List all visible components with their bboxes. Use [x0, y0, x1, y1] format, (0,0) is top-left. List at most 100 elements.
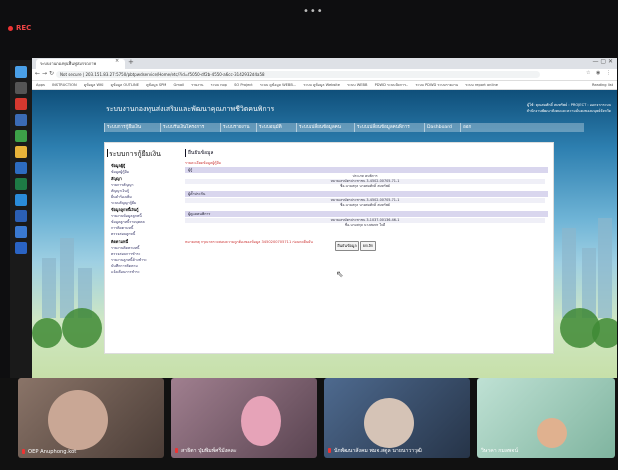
- bookmark-item[interactable]: รายงาน: [191, 83, 203, 87]
- recording-label: REC: [16, 24, 32, 32]
- menu-item[interactable]: Dashboard: [424, 123, 454, 132]
- browser-window: ระบบงานกองทุนฟื้นฟูสมรรถภาพ × + — ▢ ✕ ← …: [32, 58, 617, 378]
- back-icon[interactable]: ←: [35, 70, 40, 77]
- participant-tile[interactable]: สาธิตา ปุ่มพิมพ์ศรีมังคละ: [171, 378, 317, 458]
- bookmark-item[interactable]: ระบบ ดูข้อมูล Website: [303, 83, 340, 87]
- left-panel-title: ระบบการกู้ยืมเงิน: [109, 150, 161, 158]
- browser-tab[interactable]: ระบบงานกองทุนฟื้นฟูสมรรถภาพ: [36, 59, 125, 69]
- recording-indicator: REC: [8, 24, 31, 32]
- page-title: ยืนยันข้อมูล: [185, 149, 545, 157]
- warning-note: หมายเหตุ กรุณาตรวจสอบความถูกต้องของข้อมู…: [185, 240, 313, 244]
- side-menu-item[interactable]: ตรวจสอบลูกหนี้: [111, 231, 135, 237]
- menu-item[interactable]: ระบบเปลี่ยนข้อมูลคน: [296, 123, 343, 132]
- content-panel: ระบบการกู้ยืมเงิน ข้อมูลผู้กู้ ข้อมูลผู้…: [104, 142, 554, 354]
- excel-icon[interactable]: [15, 178, 27, 190]
- app-icon[interactable]: [15, 226, 27, 238]
- info-row: ชื่อ-นามสกุล นายสมศักดิ์ สมทรัพย์: [340, 184, 390, 188]
- record-dot-icon: [8, 25, 13, 31]
- website-area: ระบบงานกองทุนส่งเสริมและพัฒนาคุณภาพชีวิต…: [32, 90, 617, 378]
- meeting-window: ••• REC ระบบงานกองทุนฟื้นฟูสมรรถภาพ × + …: [0, 0, 618, 470]
- participant-video: [364, 398, 414, 448]
- participant-video: [241, 396, 281, 446]
- bookmark-item[interactable]: Gmail: [174, 83, 185, 87]
- page-subtitle: รายละเอียดข้อมูลผู้กู้ยืม: [185, 161, 221, 165]
- info-row: ชื่อ-นามสกุล นางสมพร ใจดี: [344, 223, 386, 227]
- section-header: ผู้ค้ำประกัน: [185, 191, 548, 197]
- city-building: [598, 218, 612, 318]
- menu-item[interactable]: ระบบการกู้ยืมเงิน: [104, 123, 143, 132]
- bookmark-item[interactable]: SO Project: [234, 83, 253, 87]
- participant-strip: OEP Anuphong.kot สาธิตา ปุ่มพิมพ์ศรีมังค…: [0, 378, 618, 470]
- tree: [592, 318, 617, 348]
- chrome-icon[interactable]: [15, 130, 27, 142]
- app-icon[interactable]: [15, 194, 27, 206]
- reload-icon[interactable]: ↻: [49, 70, 54, 77]
- menu-item[interactable]: ระบบเปลี่ยนข้อมูลคนพิการ: [354, 123, 412, 132]
- bookmark-item[interactable]: ระบบ report online: [465, 83, 498, 87]
- muted-mic-icon: [328, 448, 331, 453]
- participant-tile[interactable]: OEP Anuphong.kot: [18, 378, 164, 458]
- participant-tile[interactable]: นักพัฒนาสังคม พมจ.สตูล นายนาวาวุฒิ: [324, 378, 470, 458]
- title-bar-accent: [107, 149, 108, 157]
- bookmark-item[interactable]: ระบบ nop: [211, 83, 227, 87]
- main-menu: ระบบการกู้ยืมเงิน ระบบรับเงินโครงการ ระบ…: [104, 123, 584, 132]
- bookmark-item[interactable]: INSTRUCTION: [52, 83, 77, 87]
- windows-taskbar: [10, 60, 32, 390]
- bookmark-item[interactable]: ระบบ WEBB: [347, 83, 367, 87]
- address-bar: ← → ↻ Not secure | 203.151.83.27:5750/pb…: [32, 69, 617, 81]
- participant-name: OEP Anuphong.kot: [22, 449, 76, 455]
- side-menu-item[interactable]: ข้อมูลผู้กู้ยืม: [111, 169, 129, 175]
- muted-mic-icon: [175, 448, 178, 453]
- muted-mic-icon: [22, 449, 25, 454]
- mouse-cursor-icon: ⇖: [336, 270, 344, 280]
- bookmark-item[interactable]: ดูข้อมูล OUTLINE: [111, 83, 139, 87]
- menu-item[interactable]: ระบบรับเงินโครงการ: [160, 123, 206, 132]
- forward-icon[interactable]: →: [42, 70, 47, 77]
- user-info-line: สำนักงานพัฒนาสังคมและความมั่นคงของมนุษย์…: [526, 109, 611, 113]
- main-panel: ยืนยันข้อมูล รายละเอียดข้อมูลผู้กู้ยืม ผ…: [185, 149, 548, 251]
- city-building: [60, 238, 74, 318]
- window-dots[interactable]: •••: [303, 6, 324, 17]
- search-icon[interactable]: [15, 82, 27, 94]
- window-controls[interactable]: — ▢ ✕: [592, 58, 613, 65]
- tab-bar: ระบบงานกองทุนฟื้นฟูสมรรถภาพ × + — ▢ ✕: [32, 58, 617, 69]
- app-icon[interactable]: [15, 242, 27, 254]
- word-icon[interactable]: [15, 210, 27, 222]
- side-menu-item[interactable]: ระบบสัญญากู้ยืม: [111, 200, 136, 206]
- app-icon[interactable]: [15, 162, 27, 174]
- bookmark-item[interactable]: ดูข้อมูล WKI: [84, 83, 104, 87]
- app-icon[interactable]: [15, 146, 27, 158]
- bookmark-item[interactable]: PDWD ระบบจัดการ..: [375, 83, 409, 87]
- participant-name: นักพัฒนาสังคม พมจ.สตูล นายนาวาวุฒิ: [328, 447, 422, 455]
- participant-name: วิษาคา กมลพจน์: [481, 448, 519, 454]
- side-menu-item[interactable]: แจ้งเตือนการชำระ: [111, 269, 140, 275]
- participant-video: [48, 390, 108, 450]
- user-info: ผู้ใช้: คุณสมศักดิ์ สมทรัพย์ : PROJECT :…: [527, 102, 611, 114]
- bookmark-item[interactable]: ดูข้อมูล SPM: [146, 83, 166, 87]
- tree: [62, 308, 102, 348]
- menu-item[interactable]: ระบบอนุมัติ: [256, 123, 284, 132]
- bookmark-item[interactable]: ระบบ ดูข้อมูล WEBB...: [260, 83, 296, 87]
- bookmarks-bar: Apps INSTRUCTION ดูข้อมูล WKI ดูข้อมูล O…: [32, 81, 617, 90]
- windows-start-icon[interactable]: [15, 66, 27, 78]
- bookmark-item[interactable]: Apps: [36, 83, 45, 87]
- app-icon[interactable]: [15, 98, 27, 110]
- confirm-button[interactable]: ยืนยันข้อมูล: [335, 241, 359, 251]
- extension-icons[interactable]: ☆ ◉ ⋮: [586, 70, 613, 76]
- bookmark-item[interactable]: ระบบ PDWD ระบบรายงาน: [415, 83, 458, 87]
- participant-video: [537, 418, 567, 448]
- close-tab-icon[interactable]: ×: [115, 58, 119, 64]
- section-header: ผู้กู้: [185, 167, 548, 173]
- url-field[interactable]: Not secure | 203.151.83.27:5750/pbtpwdse…: [56, 71, 540, 78]
- menu-item[interactable]: ออก: [460, 123, 473, 132]
- menu-item[interactable]: ระบบรายงาน: [220, 123, 251, 132]
- cancel-button[interactable]: ยกเลิก: [360, 241, 376, 251]
- city-building: [42, 258, 56, 318]
- reading-list[interactable]: Reading list: [592, 81, 613, 89]
- info-row: ชื่อ-นามสกุล นายสมศักดิ์ สมทรัพย์: [340, 203, 390, 207]
- app-icon[interactable]: [15, 114, 27, 126]
- participant-tile[interactable]: วิษาคา กมลพจน์: [477, 378, 615, 458]
- new-tab-icon[interactable]: +: [128, 58, 134, 66]
- section-header: ผู้ดูแลคนพิการ: [185, 211, 548, 217]
- participant-name: สาธิตา ปุ่มพิมพ์ศรีมังคละ: [175, 447, 237, 455]
